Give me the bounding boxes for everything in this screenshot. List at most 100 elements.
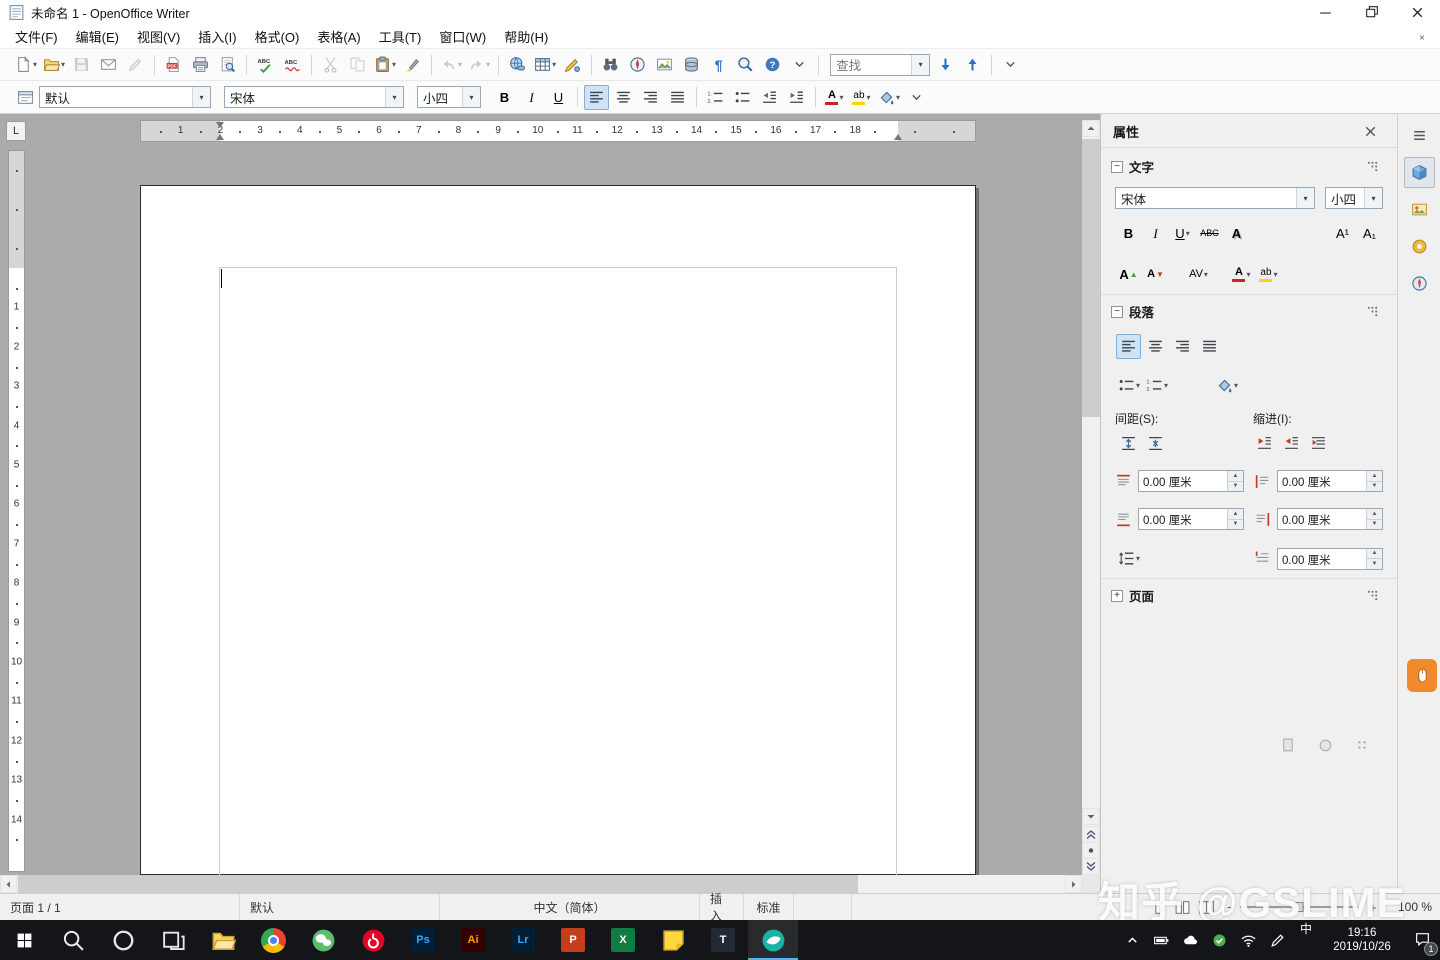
pen-input-icon[interactable] bbox=[1263, 920, 1292, 960]
chevron-down-icon[interactable]: ▾ bbox=[1296, 188, 1314, 208]
taskbar-chrome[interactable] bbox=[248, 920, 298, 960]
navigation-button[interactable] bbox=[1082, 842, 1100, 859]
slider-thumb[interactable] bbox=[1294, 902, 1304, 912]
toolbar-overflow-button[interactable] bbox=[787, 52, 812, 77]
subscript-button[interactable]: A₁ bbox=[1357, 221, 1382, 246]
increase-indent-button[interactable] bbox=[1252, 431, 1277, 456]
taskbar-t-app[interactable]: T bbox=[698, 920, 748, 960]
align-right-button[interactable] bbox=[1170, 334, 1195, 359]
zoom-out-button[interactable]: − bbox=[1221, 899, 1235, 916]
align-right-button[interactable] bbox=[638, 85, 663, 110]
numbering-button[interactable]: 1. 2. bbox=[703, 85, 728, 110]
align-left-button[interactable] bbox=[1116, 334, 1141, 359]
hyperlink-button[interactable] bbox=[505, 52, 530, 77]
first-line-indent-marker[interactable] bbox=[216, 122, 224, 128]
right-indent-marker[interactable] bbox=[894, 134, 902, 140]
chevron-down-icon[interactable]: ▾ bbox=[192, 87, 210, 107]
character-spacing-button[interactable]: AV ▾ bbox=[1186, 262, 1211, 287]
new-document-button[interactable]: ▾ bbox=[13, 52, 39, 77]
chevron-down-icon[interactable]: ▾ bbox=[911, 54, 930, 75]
previous-page-button[interactable] bbox=[1082, 826, 1100, 843]
decrease-paragraph-spacing-button[interactable] bbox=[1143, 431, 1168, 456]
decrease-indent-button[interactable] bbox=[757, 85, 782, 110]
sidebar-settings-button[interactable] bbox=[1404, 120, 1435, 151]
taskbar-wechat[interactable] bbox=[298, 920, 348, 960]
increase-font-size-button[interactable]: A ▲ bbox=[1116, 262, 1141, 287]
find-previous-button[interactable] bbox=[960, 52, 985, 77]
italic-button[interactable]: I bbox=[519, 85, 544, 110]
before-text-indent-input[interactable]: 0.00 厘米 ▲ ▼ bbox=[1277, 470, 1383, 492]
scrollbar-thumb[interactable] bbox=[1082, 139, 1100, 417]
statusbar-insert-mode[interactable]: 插入 bbox=[700, 892, 744, 923]
bold-button[interactable]: B bbox=[1116, 221, 1141, 246]
strikethrough-button[interactable]: ABC bbox=[1197, 221, 1222, 246]
underline-button[interactable]: U ▾ bbox=[1170, 221, 1195, 246]
spin-buttons[interactable]: ▲ ▼ bbox=[1366, 548, 1382, 569]
close-button[interactable] bbox=[1394, 0, 1440, 24]
network-icon[interactable] bbox=[1234, 920, 1263, 960]
align-justify-button[interactable] bbox=[665, 85, 690, 110]
document-page[interactable] bbox=[140, 185, 976, 876]
font-name-combobox[interactable]: 宋体 ▾ bbox=[224, 86, 404, 108]
paragraph-style-combobox[interactable]: 默认 ▾ bbox=[39, 86, 211, 108]
chevron-down-icon[interactable]: ▾ bbox=[1364, 188, 1382, 208]
page-preview-button[interactable] bbox=[215, 52, 240, 77]
bullets-button[interactable] bbox=[730, 85, 755, 110]
taskbar-file-explorer[interactable] bbox=[198, 920, 248, 960]
start-button[interactable] bbox=[0, 920, 48, 960]
battery-icon[interactable] bbox=[1147, 920, 1176, 960]
action-center-button[interactable]: 1 bbox=[1404, 920, 1440, 960]
menu-item-tools[interactable]: 工具(T) bbox=[370, 24, 431, 49]
edit-file-button[interactable] bbox=[123, 52, 148, 77]
zoom-slider[interactable] bbox=[1240, 899, 1358, 915]
sidebar-close-button[interactable] bbox=[1356, 122, 1385, 141]
sidebar-font-size-combobox[interactable]: 小四 ▾ bbox=[1325, 187, 1383, 209]
view-single-page-button[interactable] bbox=[1149, 899, 1168, 916]
close-document-button[interactable] bbox=[1412, 27, 1432, 47]
underline-button[interactable]: U bbox=[546, 85, 571, 110]
italic-button[interactable]: I bbox=[1143, 221, 1168, 246]
statusbar-language[interactable]: 中文（简体） bbox=[440, 894, 700, 920]
styles-panel-button[interactable] bbox=[13, 85, 38, 110]
scroll-down-button[interactable] bbox=[1082, 808, 1100, 825]
format-paintbrush-button[interactable] bbox=[400, 52, 425, 77]
open-button[interactable]: ▾ bbox=[41, 52, 67, 77]
align-justify-button[interactable] bbox=[1197, 334, 1222, 359]
line-spacing-button[interactable]: ▾ bbox=[1116, 546, 1142, 571]
increase-paragraph-spacing-button[interactable] bbox=[1116, 431, 1141, 456]
font-color-button[interactable]: A ▾ bbox=[822, 85, 847, 110]
scroll-left-button[interactable] bbox=[0, 875, 17, 893]
horizontal-ruler[interactable]: 1 2 3 4 5 6 7 8 9 10 11 12 13 14 15 16 17 18 bbox=[140, 120, 976, 142]
paragraph-panel-options-button[interactable] bbox=[1358, 302, 1387, 321]
overlay-icon-3[interactable] bbox=[1348, 736, 1377, 755]
ime-indicator[interactable]: 中 bbox=[1292, 920, 1320, 960]
bullets-button[interactable]: ▾ bbox=[1116, 373, 1142, 398]
highlighting-button[interactable]: ab ▾ bbox=[849, 85, 874, 110]
taskbar-illustrator[interactable]: Ai bbox=[448, 920, 498, 960]
next-page-button[interactable] bbox=[1082, 858, 1100, 875]
bold-button[interactable]: B bbox=[492, 85, 517, 110]
zoom-button[interactable] bbox=[733, 52, 758, 77]
formatting-marks-button[interactable]: ¶ bbox=[706, 52, 731, 77]
taskbar-task-view[interactable] bbox=[148, 920, 198, 960]
menu-item-insert[interactable]: 插入(I) bbox=[189, 24, 245, 49]
taskbar-clock[interactable]: 19:16 2019/10/26 bbox=[1320, 920, 1404, 960]
print-button[interactable] bbox=[188, 52, 213, 77]
restore-button[interactable] bbox=[1348, 0, 1394, 24]
navigator-tab[interactable] bbox=[1404, 268, 1435, 299]
menu-item-window[interactable]: 窗口(W) bbox=[430, 24, 495, 49]
find-replace-button[interactable] bbox=[598, 52, 623, 77]
find-input[interactable]: 查找 ▾ bbox=[830, 53, 931, 76]
above-paragraph-spacing-input[interactable]: 0.00 厘米 ▲ ▼ bbox=[1138, 470, 1244, 492]
paragraph-background-button[interactable]: ▾ bbox=[1214, 373, 1240, 398]
gallery-button[interactable] bbox=[652, 52, 677, 77]
toolbar-options-button[interactable] bbox=[998, 52, 1023, 77]
export-pdf-button[interactable]: PDF bbox=[161, 52, 186, 77]
email-document-button[interactable] bbox=[96, 52, 121, 77]
tab-stop-type-button[interactable]: L bbox=[6, 121, 26, 141]
statusbar-page[interactable]: 页面 1 / 1 bbox=[0, 894, 240, 920]
taskbar-photoshop[interactable]: Ps bbox=[398, 920, 448, 960]
menu-item-table[interactable]: 表格(A) bbox=[308, 24, 369, 49]
page-panel-options-button[interactable] bbox=[1358, 586, 1387, 605]
draw-functions-button[interactable] bbox=[560, 52, 585, 77]
